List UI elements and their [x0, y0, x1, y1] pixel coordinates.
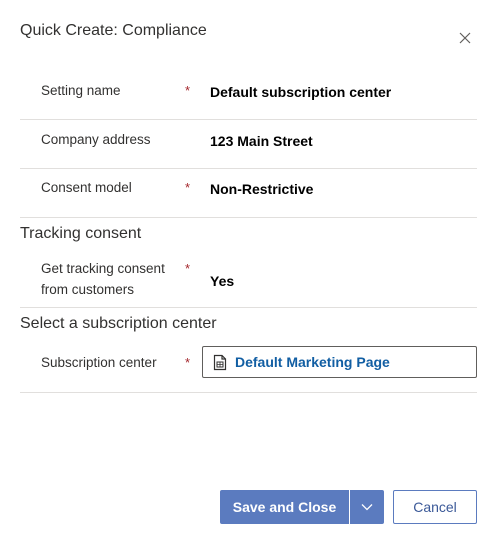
setting-name-value[interactable]: Default subscription center	[210, 82, 391, 102]
cancel-button[interactable]: Cancel	[393, 490, 477, 524]
field-company-address: Company address 123 Main Street	[20, 120, 477, 169]
save-and-close-button-group: Save and Close	[220, 490, 384, 524]
subscription-center-link[interactable]: Default Marketing Page	[235, 354, 390, 370]
dialog-header: Quick Create: Compliance	[20, 20, 475, 44]
consent-model-label: Consent model	[41, 180, 132, 195]
required-marker: *	[185, 261, 191, 276]
document-icon	[213, 354, 227, 371]
tracking-consent-label-line2: from customers	[41, 282, 135, 297]
company-address-label: Company address	[41, 132, 151, 147]
save-and-close-button[interactable]: Save and Close	[220, 490, 350, 524]
dialog-title: Quick Create: Compliance	[20, 22, 207, 39]
consent-model-value[interactable]: Non-Restrictive	[210, 179, 313, 199]
close-button[interactable]	[455, 28, 475, 48]
field-consent-model: Consent model * Non-Restrictive	[20, 169, 477, 218]
chevron-down-icon	[361, 504, 373, 511]
tracking-consent-heading: Tracking consent	[20, 225, 142, 242]
subscription-center-lookup[interactable]: Default Marketing Page	[202, 346, 477, 378]
required-marker: *	[185, 180, 191, 195]
field-setting-name: Setting name * Default subscription cent…	[20, 70, 477, 120]
required-marker: *	[185, 83, 191, 98]
tracking-consent-label-line1: Get tracking consent	[41, 261, 165, 276]
company-address-value[interactable]: 123 Main Street	[210, 131, 313, 151]
subscription-center-label: Subscription center	[41, 355, 157, 370]
tracking-consent-value[interactable]: Yes	[210, 271, 234, 291]
field-subscription-center: Subscription center * Default Marketing …	[20, 346, 477, 393]
subscription-center-heading: Select a subscription center	[20, 315, 217, 332]
save-options-dropdown[interactable]	[350, 490, 384, 524]
field-tracking-consent: Get tracking consent from customers * Ye…	[20, 256, 477, 308]
required-marker: *	[185, 355, 191, 370]
setting-name-label: Setting name	[41, 83, 121, 98]
close-icon	[459, 32, 471, 44]
